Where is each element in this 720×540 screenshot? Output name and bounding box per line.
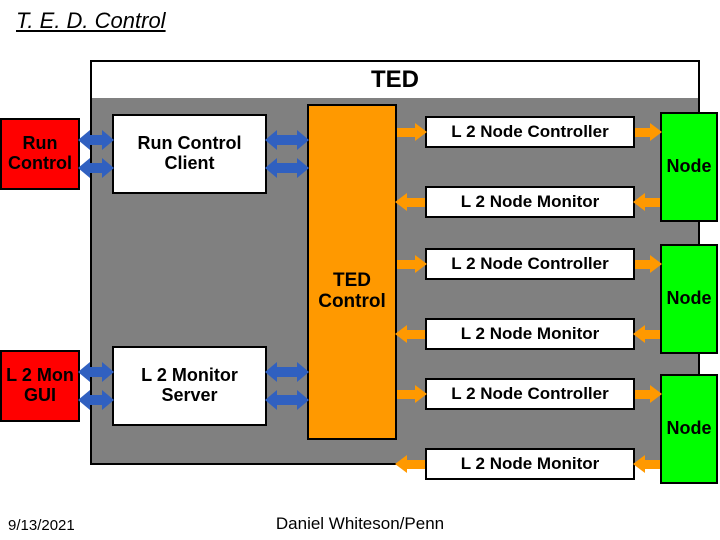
l2-mon-gui-label: L 2 Mon GUI — [2, 366, 78, 406]
node-1-label: Node — [667, 157, 712, 177]
l2-node-monitor-3-label: L 2 Node Monitor — [461, 454, 600, 474]
l2-node-monitor-2: L 2 Node Monitor — [425, 318, 635, 350]
l2-node-monitor-2-label: L 2 Node Monitor — [461, 324, 600, 344]
footer-author: Daniel Whiteson/Penn — [276, 514, 444, 534]
ted-control-label: TED Control — [309, 271, 395, 313]
node-1-box: Node — [660, 112, 718, 222]
node-2-label: Node — [667, 289, 712, 309]
l2-node-controller-3-label: L 2 Node Controller — [451, 384, 608, 404]
run-control-box: Run Control — [0, 118, 80, 190]
page-title: T. E. D. Control — [16, 8, 166, 34]
l2-node-controller-1: L 2 Node Controller — [425, 116, 635, 148]
l2-node-controller-2-label: L 2 Node Controller — [451, 254, 608, 274]
run-control-client-box: Run Control Client — [112, 114, 267, 194]
run-control-client-label: Run Control Client — [114, 134, 265, 174]
node-2-box: Node — [660, 244, 718, 354]
ted-header: TED — [92, 62, 698, 98]
l2-mon-gui-box: L 2 Mon GUI — [0, 350, 80, 422]
node-3-box: Node — [660, 374, 718, 484]
l2-node-monitor-1-label: L 2 Node Monitor — [461, 192, 600, 212]
ted-control-box: TED Control — [307, 104, 397, 440]
l2-node-monitor-1: L 2 Node Monitor — [425, 186, 635, 218]
l2-node-controller-2: L 2 Node Controller — [425, 248, 635, 280]
l2-monitor-server-box: L 2 Monitor Server — [112, 346, 267, 426]
node-3-label: Node — [667, 419, 712, 439]
l2-node-controller-3: L 2 Node Controller — [425, 378, 635, 410]
l2-monitor-server-label: L 2 Monitor Server — [114, 366, 265, 406]
l2-node-monitor-3: L 2 Node Monitor — [425, 448, 635, 480]
l2-node-controller-1-label: L 2 Node Controller — [451, 122, 608, 142]
run-control-label: Run Control — [2, 134, 78, 174]
footer-date: 9/13/2021 — [8, 517, 75, 534]
